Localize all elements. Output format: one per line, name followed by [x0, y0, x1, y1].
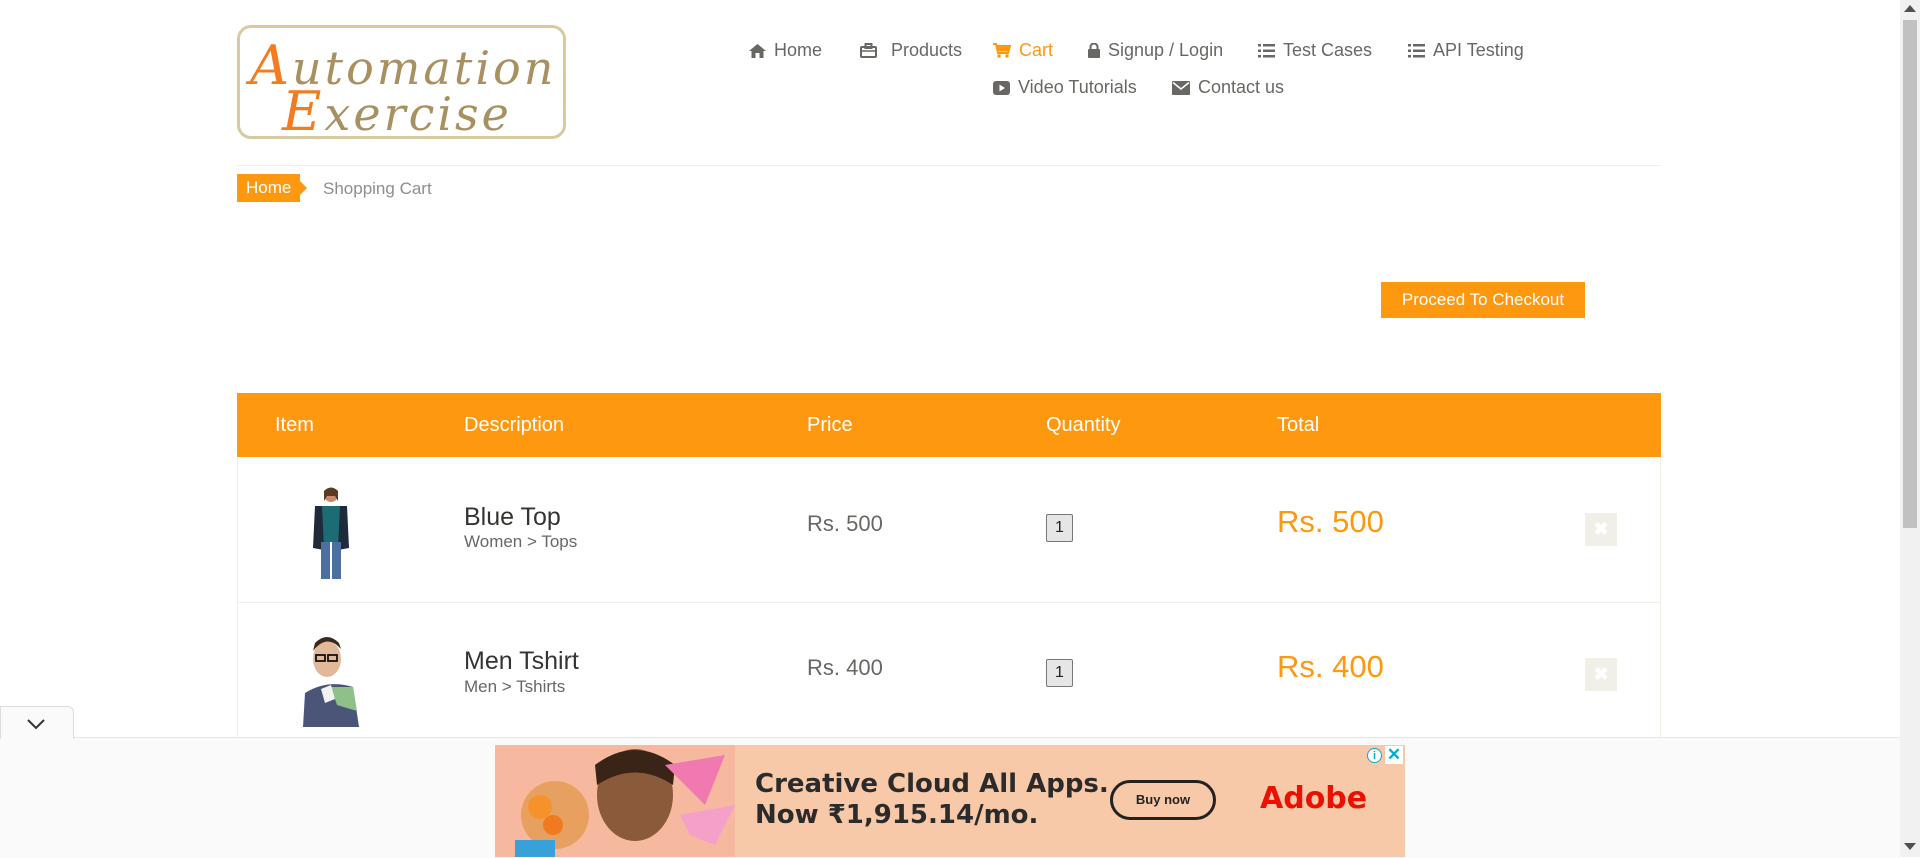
ad-buy-now-button[interactable]: Buy now [1110, 780, 1216, 820]
header-item: Item [275, 414, 314, 436]
list-icon [1258, 43, 1275, 57]
nav-test-cases[interactable]: Test Cases [1258, 40, 1372, 61]
product-total: Rs. 400 [1277, 649, 1384, 684]
ad-info-icon[interactable]: i [1367, 748, 1382, 763]
proceed-to-checkout-button[interactable]: Proceed To Checkout [1381, 282, 1585, 318]
product-image-blue-top[interactable] [291, 482, 371, 582]
header-divider [237, 165, 1661, 166]
row-divider [237, 602, 1661, 603]
header-quantity: Quantity [1046, 414, 1121, 436]
ad-artwork [495, 745, 735, 857]
lock-icon [1088, 43, 1100, 58]
nav-cart-label: Cart [1019, 40, 1054, 60]
product-category: Women > Tops [464, 532, 578, 551]
scroll-down-arrow-icon[interactable] [1904, 843, 1916, 850]
header-description: Description [464, 414, 565, 436]
nav-products-label: Products [891, 40, 963, 60]
nav-api-testing[interactable]: API Testing [1408, 40, 1524, 61]
ad-close-icon[interactable]: ✕ [1385, 746, 1403, 764]
nav-contact-us[interactable]: Contact us [1172, 77, 1284, 98]
product-price: Rs. 500 [807, 511, 883, 536]
scrollbar-thumb[interactable] [1903, 20, 1917, 528]
ad-headline-line-2: Now ₹1,915.14/mo. [755, 800, 1039, 830]
product-category: Men > Tshirts [464, 677, 566, 696]
nav-home-label: Home [774, 40, 823, 60]
nav-video-tutorials-label: Video Tutorials [1018, 77, 1137, 97]
nav-api-testing-label: API Testing [1433, 40, 1524, 60]
home-icon [749, 43, 766, 58]
nav-products[interactable]: Products [860, 40, 962, 61]
delete-item-button[interactable]: ✖ [1585, 513, 1617, 546]
nav-contact-us-label: Contact us [1198, 77, 1285, 97]
breadcrumb-current: Shopping Cart [323, 179, 432, 198]
ad-collapse-tab[interactable] [0, 706, 74, 739]
cart-icon [993, 43, 1011, 58]
ad-headline-line-1: Creative Cloud All Apps. [755, 769, 1109, 799]
header-price: Price [807, 414, 853, 436]
header-total: Total [1277, 414, 1320, 436]
product-name-link[interactable]: Blue Top [464, 503, 561, 532]
cart-table-header: Item Description Price Quantity Total [237, 393, 1661, 457]
product-image-men-tshirt[interactable] [291, 627, 371, 727]
ad-brand-logo: Adobe [1260, 781, 1368, 816]
nav-signup-login[interactable]: Signup / Login [1088, 40, 1223, 61]
product-price: Rs. 400 [807, 655, 883, 680]
delete-item-button[interactable]: ✖ [1585, 658, 1617, 691]
nav-video-tutorials[interactable]: Video Tutorials [993, 77, 1137, 98]
site-logo[interactable]: Automation Exercise [237, 25, 566, 143]
chevron-down-icon [27, 719, 45, 730]
scroll-up-arrow-icon[interactable] [1904, 5, 1916, 12]
youtube-icon [993, 80, 1010, 95]
logo-line-2: Exercise [282, 80, 512, 143]
nav-home[interactable]: Home [749, 40, 822, 61]
nav-test-cases-label: Test Cases [1283, 40, 1373, 60]
quantity-button[interactable]: 1 [1046, 514, 1073, 542]
product-total: Rs. 500 [1277, 504, 1384, 539]
nav-cart[interactable]: Cart [993, 40, 1053, 61]
list-icon [1408, 43, 1425, 57]
ad-headline: Creative Cloud All Apps. Now ₹1,915.14/m… [755, 769, 1109, 831]
ad-banner[interactable]: Creative Cloud All Apps. Now ₹1,915.14/m… [495, 745, 1405, 857]
breadcrumb-home[interactable]: Home [237, 174, 308, 202]
quantity-button[interactable]: 1 [1046, 659, 1073, 687]
briefcase-icon [860, 43, 877, 58]
envelope-icon [1172, 80, 1190, 95]
product-name-link[interactable]: Men Tshirt [464, 647, 579, 676]
nav-signup-login-label: Signup / Login [1108, 40, 1224, 60]
